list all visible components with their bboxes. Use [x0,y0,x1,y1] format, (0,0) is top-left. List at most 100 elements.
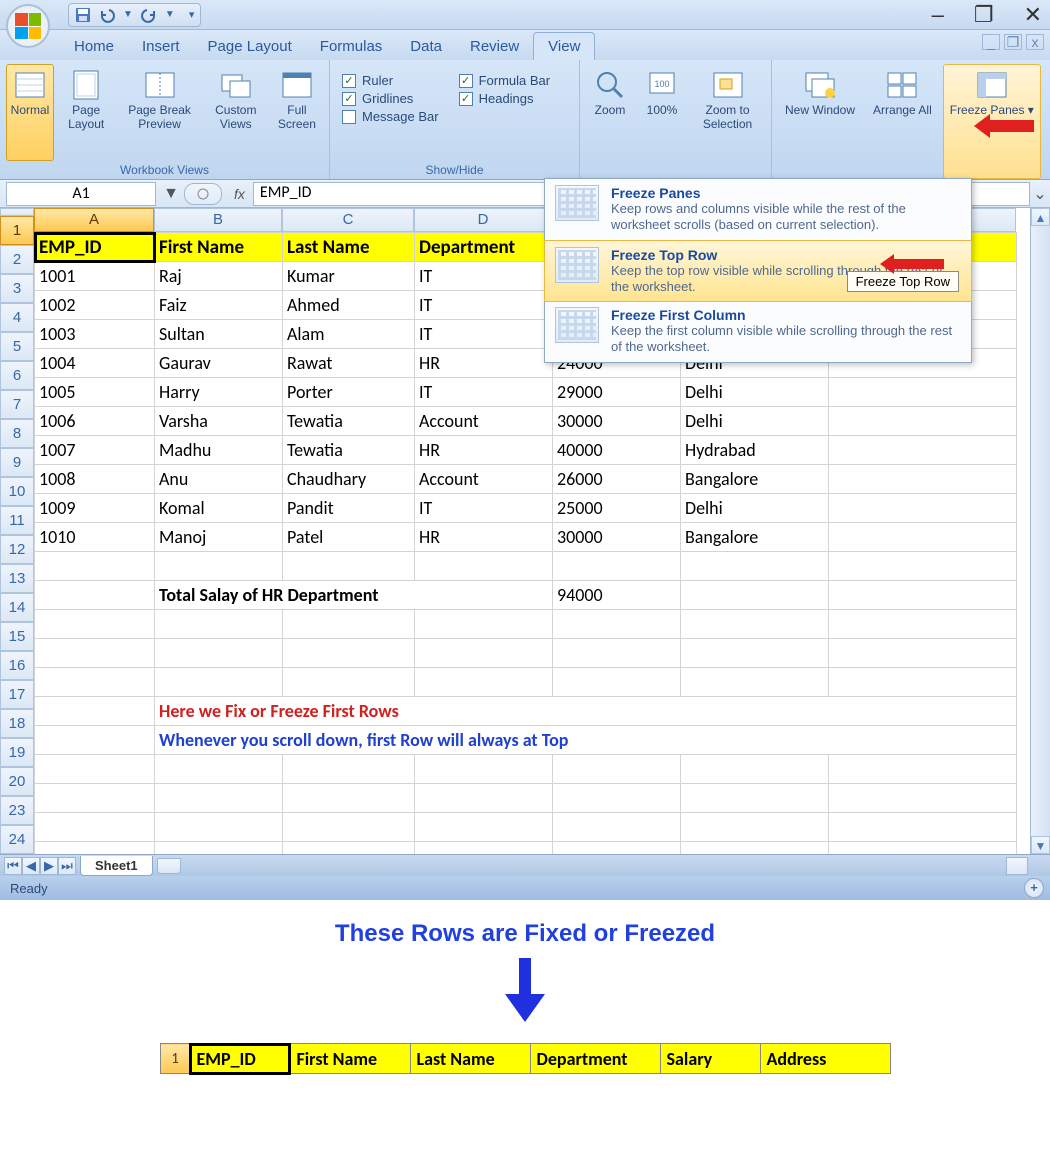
cell[interactable]: 30000 [553,407,681,436]
cell[interactable] [35,639,155,668]
cell[interactable] [415,610,553,639]
row-header-4[interactable]: 4 [0,303,34,332]
cell[interactable]: IT [415,378,553,407]
arrange-all-button[interactable]: Arrange All [866,64,939,179]
sheet-nav-next-icon[interactable]: ▶ [40,857,58,875]
cell[interactable]: Kumar [283,262,415,291]
cell[interactable] [829,378,1017,407]
row-header-8[interactable]: 8 [0,419,34,448]
cell[interactable] [35,697,155,726]
cell[interactable] [553,639,681,668]
cell[interactable]: 25000 [553,494,681,523]
cell[interactable]: 1006 [35,407,155,436]
row-header-1[interactable]: 1 [0,216,34,245]
tab-page-layout[interactable]: Page Layout [194,33,306,60]
cell[interactable] [415,668,553,697]
cell[interactable] [681,784,829,813]
row-header-5[interactable]: 5 [0,332,34,361]
message-bar-checkbox[interactable]: Message Bar [342,109,439,124]
full-screen-button[interactable]: Full Screen [271,64,323,161]
cell[interactable] [283,668,415,697]
row-header-19[interactable]: 19 [0,738,34,767]
cell[interactable]: IT [415,494,553,523]
cell[interactable] [155,552,283,581]
window-minimize[interactable]: – [932,2,944,28]
cell[interactable] [35,784,155,813]
cell[interactable] [155,784,283,813]
row-header-3[interactable]: 3 [0,274,34,303]
sheet-nav-prev-icon[interactable]: ◀ [22,857,40,875]
cell[interactable] [283,639,415,668]
cell[interactable]: Whenever you scroll down, first Row will… [155,726,1017,755]
cell[interactable]: 40000 [553,436,681,465]
cell[interactable]: Delhi [681,494,829,523]
cell[interactable] [829,552,1017,581]
cell[interactable]: Bangalore [681,523,829,552]
cell[interactable]: 30000 [553,523,681,552]
column-header-D[interactable]: D [414,208,552,232]
cell[interactable]: Department [415,233,553,262]
cell[interactable]: Tewatia [283,407,415,436]
tab-insert[interactable]: Insert [128,33,194,60]
cell[interactable]: 1007 [35,436,155,465]
cell[interactable] [553,668,681,697]
row-header-18[interactable]: 18 [0,709,34,738]
zoom-slider-icon[interactable]: + [1024,878,1044,898]
cell[interactable] [829,436,1017,465]
cell[interactable]: 1005 [35,378,155,407]
formula-bar-expand-icon[interactable]: ⌄ [1030,184,1050,204]
scroll-down-icon[interactable]: ▼ [1031,836,1050,854]
cell[interactable] [681,552,829,581]
cell[interactable] [155,842,283,855]
ruler-checkbox[interactable]: ✓Ruler [342,73,439,88]
cell[interactable]: Madhu [155,436,283,465]
headings-checkbox[interactable]: ✓Headings [459,91,551,106]
cell[interactable] [35,813,155,842]
tab-review[interactable]: Review [456,33,533,60]
row-header-9[interactable]: 9 [0,448,34,477]
cell[interactable]: Last Name [283,233,415,262]
cell[interactable]: Account [415,407,553,436]
sheet-nav-last-icon[interactable]: ⏭ [58,857,76,875]
cell[interactable] [155,813,283,842]
cell[interactable] [155,639,283,668]
redo-icon[interactable] [141,7,157,23]
freeze-panes-option[interactable]: Freeze Panes Keep rows and columns visib… [545,179,971,241]
cell[interactable]: Delhi [681,407,829,436]
cell[interactable]: Tewatia [283,436,415,465]
cell[interactable] [681,581,829,610]
cell[interactable] [829,523,1017,552]
cell[interactable] [681,668,829,697]
row-header-10[interactable]: 10 [0,477,34,506]
undo-dropdown-icon[interactable]: ▼ [123,9,133,20]
new-window-button[interactable]: New Window [778,64,862,179]
custom-views-button[interactable]: Custom Views [205,64,267,161]
cell[interactable]: Total Salay of HR Department [155,581,553,610]
row-header-6[interactable]: 6 [0,361,34,390]
cell[interactable] [681,813,829,842]
cell[interactable]: Harry [155,378,283,407]
new-sheet-button[interactable] [157,858,181,874]
cell[interactable] [681,842,829,855]
sheet-nav-first-icon[interactable]: ⏮ [4,857,22,875]
window-maximize[interactable]: ❐ [974,2,994,28]
cell[interactable]: Ahmed [283,291,415,320]
cell[interactable]: 26000 [553,465,681,494]
cell[interactable] [283,755,415,784]
scroll-up-icon[interactable]: ▲ [1031,208,1050,226]
cell[interactable] [553,552,681,581]
cell[interactable]: Patel [283,523,415,552]
normal-view-button[interactable]: Normal [6,64,54,161]
cell[interactable] [553,813,681,842]
cell[interactable]: 1001 [35,262,155,291]
cell[interactable]: IT [415,291,553,320]
cell[interactable] [829,407,1017,436]
cell[interactable] [283,552,415,581]
gridlines-checkbox[interactable]: ✓Gridlines [342,91,439,106]
cell[interactable] [553,755,681,784]
cell[interactable]: Raj [155,262,283,291]
cell[interactable] [829,813,1017,842]
office-button[interactable] [6,4,50,48]
page-break-button[interactable]: Page Break Preview [118,64,200,161]
zoom-100-button[interactable]: 100 100% [638,64,686,179]
